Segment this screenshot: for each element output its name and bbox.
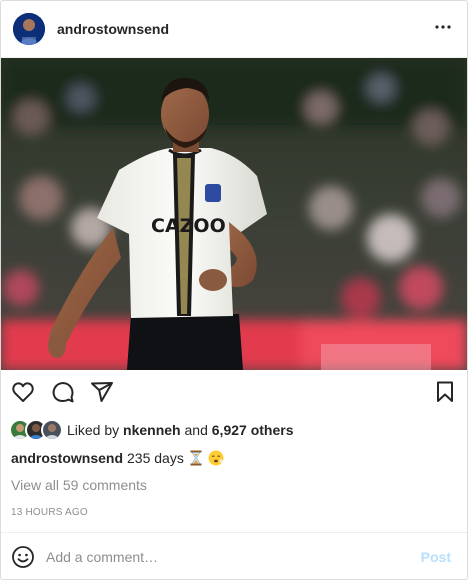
share-button[interactable] (90, 380, 114, 404)
post-card: androstownsend CAZOO Liked by nkenneh an… (0, 0, 468, 580)
likes-summary: Liked by nkenneh and 6,927 others (9, 419, 293, 441)
more-options-button[interactable] (431, 17, 455, 41)
emoji-picker-button[interactable] (11, 545, 35, 569)
liker-username[interactable]: nkenneh (123, 422, 181, 438)
avatar[interactable] (41, 419, 63, 441)
save-button[interactable] (433, 380, 457, 404)
smiley-icon (11, 546, 35, 573)
bookmark-icon (433, 381, 457, 408)
avatar[interactable] (13, 13, 45, 45)
view-all-comments-link[interactable]: View all 59 comments (11, 477, 147, 493)
likes-text: Liked by nkenneh and 6,927 others (67, 422, 293, 438)
liker-avatars (9, 419, 63, 441)
hourglass-emoji (188, 450, 204, 466)
like-button[interactable] (11, 380, 35, 404)
comment-icon (51, 382, 75, 408)
more-horizontal-icon (431, 15, 455, 44)
comment-bar: Post (1, 532, 467, 580)
action-bar (1, 370, 467, 416)
comment-button[interactable] (51, 380, 75, 404)
post-comment-button[interactable]: Post (421, 549, 451, 565)
likes-others-link[interactable]: 6,927 others (212, 422, 294, 438)
post-image[interactable]: CAZOO (1, 58, 467, 370)
svg-text:CAZOO: CAZOO (151, 215, 226, 237)
post-username[interactable]: androstownsend (57, 21, 169, 37)
post-timestamp[interactable]: 13 HOURS AGO (11, 507, 88, 518)
face-exhaling-emoji (208, 450, 224, 466)
heart-icon (11, 382, 35, 408)
caption-username[interactable]: androstownsend (11, 450, 123, 466)
post-caption: androstownsend 235 days (11, 450, 224, 466)
post-header: androstownsend (1, 1, 467, 58)
and-label: and (184, 422, 208, 438)
share-icon (90, 382, 114, 408)
caption-text: 235 days (127, 450, 184, 466)
liked-by-label: Liked by (67, 422, 120, 438)
comment-input[interactable] (46, 549, 413, 565)
